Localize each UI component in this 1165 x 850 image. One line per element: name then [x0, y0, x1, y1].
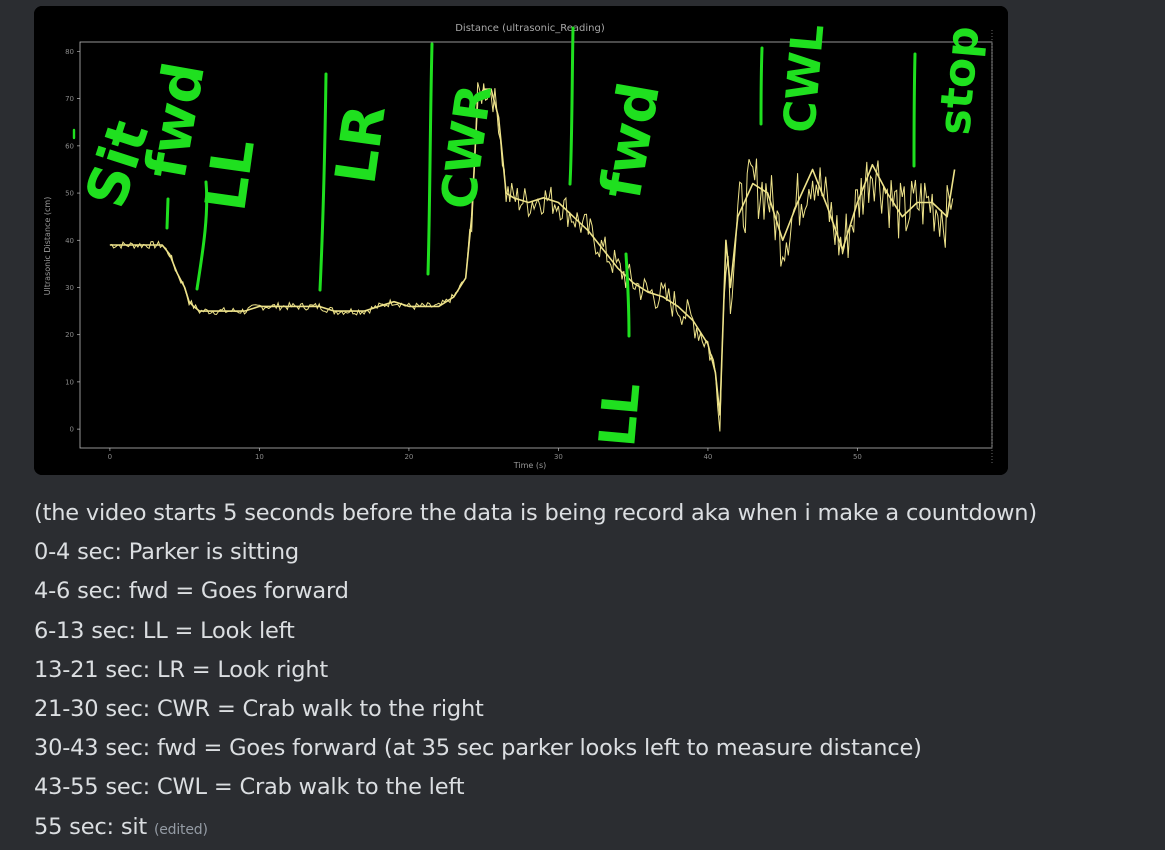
divider-line [912, 52, 917, 168]
y-tick-label: 30 [65, 284, 74, 292]
y-tick-label: 20 [65, 331, 74, 339]
y-tick-label: 60 [65, 142, 74, 150]
y-tick-label: 10 [65, 378, 74, 386]
y-tick-label: 0 [70, 426, 74, 434]
message-line: 4-6 sec: fwd = Goes forward [34, 578, 349, 605]
y-tick-label: 80 [65, 48, 74, 56]
message-content: (the video starts 5 seconds before the d… [34, 494, 1154, 850]
annotation-stop: stop [929, 24, 989, 137]
x-tick-label: 50 [853, 453, 862, 461]
divider-line [759, 46, 764, 126]
message-line: 6-13 sec: LL = Look left [34, 617, 295, 644]
x-tick-label: 0 [108, 453, 112, 461]
edited-indicator: (edited) [154, 821, 208, 838]
x-tick-label: 10 [255, 453, 264, 461]
annotation-cwl: CWL [774, 22, 834, 135]
annotation-lr: LR [323, 101, 398, 188]
image-attachment[interactable]: Distance (ultrasonic_Reading) 0 10 20 30 40 5… [34, 6, 1008, 475]
message-line: (the video starts 5 seconds before the d… [34, 500, 1037, 526]
message-line: 43-55 sec: CWL = Crab walk to the left [34, 774, 465, 801]
x-tick-label: 20 [404, 453, 413, 461]
chart-title: Distance (ultrasonic_Reading) [455, 23, 605, 34]
x-tick-label: 40 [703, 453, 712, 461]
divider-line [165, 197, 170, 230]
y-tick-label: 50 [65, 190, 74, 198]
distance-chart: Distance (ultrasonic_Reading) 0 10 20 30 40 5… [34, 6, 1008, 475]
message-line-text: 55 sec: sit [34, 813, 148, 840]
message-line: 30-43 sec: fwd = Goes forward (at 35 sec… [34, 735, 922, 762]
y-tick-label: 70 [65, 95, 74, 103]
message-line-last: 55 sec: sit (edited) [34, 808, 1154, 850]
x-axis-label: Time (s) [513, 461, 547, 470]
x-tick-label: 30 [554, 453, 563, 461]
message-line: 21-30 sec: CWR = Crab walk to the right [34, 696, 484, 723]
message-line: 0-4 sec: Parker is sitting [34, 539, 299, 566]
y-axis-label: Ultrasonic Distance (cm) [43, 197, 52, 296]
message-line: 13-21 sec: LR = Look right [34, 656, 329, 683]
annotation-ll: LL [588, 380, 651, 449]
y-tick-label: 40 [65, 237, 74, 245]
annotation-ll: LL [193, 135, 267, 215]
